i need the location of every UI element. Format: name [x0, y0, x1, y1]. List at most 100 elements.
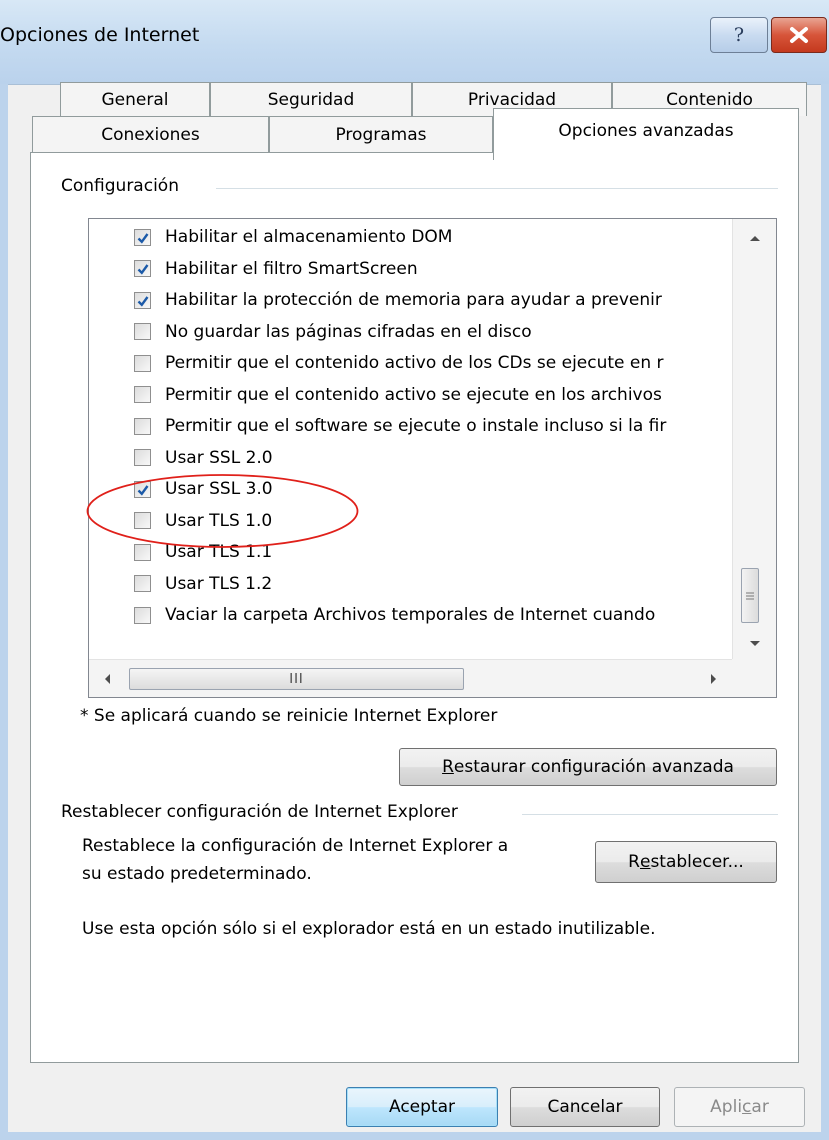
config-group-label: Configuración — [61, 176, 191, 196]
setting-label: Vaciar la carpeta Archivos temporales de… — [165, 605, 656, 625]
horizontal-scroll-thumb[interactable]: III — [129, 668, 464, 690]
setting-item[interactable]: Usar SSL 2.0 — [134, 443, 273, 473]
setting-label: Usar SSL 2.0 — [165, 447, 273, 468]
grip-icon — [746, 592, 754, 599]
tab-programas[interactable]: Programas — [269, 116, 493, 152]
close-icon — [790, 27, 808, 43]
restore-label: estaurar configuración avanzada — [453, 757, 734, 777]
setting-item[interactable]: No guardar las páginas cifradas en el di… — [134, 317, 532, 347]
tab-privacidad-label: Privacidad — [467, 89, 557, 110]
window-frame-left — [0, 84, 8, 1140]
setting-checkbox[interactable] — [134, 323, 151, 340]
setting-item[interactable]: Usar SSL 3.0 — [134, 474, 273, 504]
setting-checkbox[interactable] — [134, 449, 151, 466]
setting-label: Habilitar el almacenamiento DOM — [165, 227, 453, 247]
setting-label: Habilitar la protección de memoria para … — [165, 290, 662, 310]
setting-checkbox[interactable] — [134, 575, 151, 592]
setting-label: Usar TLS 1.0 — [165, 510, 273, 531]
tab-seguridad-label: Seguridad — [267, 89, 355, 110]
scroll-right-arrow[interactable] — [696, 660, 732, 697]
tab-opciones-avanzadas[interactable]: Opciones avanzadas — [493, 108, 799, 160]
reset-description-line1: Restablece la configuración de Internet … — [82, 836, 509, 856]
restore-advanced-button[interactable]: Restaurar configuración avanzada — [399, 748, 777, 786]
setting-label: Permitir que el contenido activo de los … — [165, 353, 664, 373]
reset-group-label: Restablecer configuración de Internet Ex… — [61, 802, 470, 822]
tab-conexiones-label: Conexiones — [101, 124, 200, 145]
setting-label: Habilitar el filtro SmartScreen — [165, 258, 418, 279]
reset-accel: e — [639, 852, 651, 872]
help-button[interactable]: ? — [710, 17, 768, 53]
setting-checkbox[interactable] — [134, 606, 151, 624]
setting-label: Permitir que el contenido activo se ejec… — [165, 384, 662, 405]
tab-contenido-label: Contenido — [666, 89, 753, 110]
restore-accel: R — [442, 757, 454, 777]
setting-label: Usar TLS 1.2 — [165, 573, 273, 594]
setting-checkbox[interactable] — [134, 417, 151, 435]
checkmark-icon — [137, 484, 149, 496]
apply-label-pre: Apli — [710, 1097, 743, 1117]
checkmark-icon — [137, 264, 149, 275]
title-bar[interactable]: Opciones de Internet ? — [0, 0, 829, 85]
setting-checkbox[interactable] — [134, 291, 151, 309]
arrow-left-icon — [105, 674, 110, 684]
setting-item[interactable]: Permitir que el software se ejecute o in… — [134, 411, 666, 441]
checkmark-icon — [137, 232, 149, 244]
checkmark-icon — [137, 295, 149, 307]
vertical-scroll-thumb[interactable] — [741, 568, 759, 623]
ok-button[interactable]: Aceptar — [346, 1087, 498, 1127]
reset-description-line2: su estado predeterminado. — [82, 864, 312, 884]
tab-programas-label: Programas — [335, 124, 427, 145]
setting-item[interactable]: Habilitar el almacenamiento DOM — [134, 222, 452, 252]
scroll-left-arrow[interactable] — [89, 660, 125, 697]
setting-checkbox[interactable] — [134, 260, 151, 277]
tab-general[interactable]: General — [60, 82, 210, 116]
window-frame-right — [821, 84, 829, 1140]
settings-list[interactable]: Habilitar el almacenamiento DOM Habilitar… — [88, 218, 777, 698]
setting-checkbox[interactable] — [134, 543, 151, 561]
setting-label: Usar TLS 1.1 — [165, 542, 273, 562]
setting-checkbox[interactable] — [134, 480, 151, 498]
scrollbar-corner — [732, 659, 776, 697]
config-group-line — [216, 188, 778, 189]
apply-label: ar — [751, 1097, 769, 1117]
setting-checkbox[interactable] — [134, 512, 151, 529]
help-icon: ? — [733, 24, 745, 46]
setting-item[interactable]: Vaciar la carpeta Archivos temporales de… — [134, 600, 655, 630]
setting-checkbox[interactable] — [134, 386, 151, 403]
scroll-up-arrow[interactable] — [733, 223, 776, 253]
reset-group-line — [522, 814, 778, 815]
setting-item[interactable]: Habilitar el filtro SmartScreen — [134, 254, 418, 284]
vertical-scrollbar[interactable] — [732, 219, 776, 659]
setting-label: Usar SSL 3.0 — [165, 479, 273, 499]
setting-item[interactable]: Usar TLS 1.0 — [134, 506, 272, 536]
setting-item[interactable]: Usar TLS 1.2 — [134, 569, 272, 599]
reset-warning: Use esta opción sólo si el explorador es… — [82, 919, 656, 939]
setting-label: Permitir que el software se ejecute o in… — [165, 416, 667, 436]
tab-conexiones[interactable]: Conexiones — [32, 116, 269, 152]
reset-label-pre: R — [628, 852, 640, 872]
tab-general-label: General — [101, 89, 169, 110]
reset-button[interactable]: Re stablecer... — [595, 841, 777, 883]
setting-item[interactable]: Habilitar la protección de memoria para … — [134, 285, 662, 315]
horizontal-scrollbar[interactable]: III — [89, 659, 732, 697]
tab-seguridad[interactable]: Seguridad — [210, 82, 412, 116]
window-title: Opciones de Internet — [0, 24, 200, 46]
setting-item[interactable]: Usar TLS 1.1 — [134, 537, 272, 567]
arrow-up-icon — [750, 236, 760, 241]
scroll-down-arrow[interactable] — [733, 629, 776, 659]
close-button[interactable] — [771, 17, 827, 53]
setting-label: No guardar las páginas cifradas en el di… — [165, 321, 532, 342]
setting-item[interactable]: Permitir que el contenido activo se ejec… — [134, 380, 662, 410]
setting-checkbox[interactable] — [134, 354, 151, 372]
setting-checkbox[interactable] — [134, 228, 151, 246]
arrow-right-icon — [711, 674, 716, 684]
reset-label: stablecer... — [650, 852, 744, 872]
window-frame-bottom — [0, 1132, 829, 1140]
tab-opciones-avanzadas-label: Opciones avanzadas — [558, 120, 734, 141]
arrow-down-icon — [750, 641, 760, 646]
apply-accel: c — [742, 1097, 752, 1117]
setting-item[interactable]: Permitir que el contenido activo de los … — [134, 348, 664, 378]
restart-note: * Se aplicará cuando se reinicie Interne… — [80, 706, 498, 726]
apply-button[interactable]: Apli c ar — [674, 1087, 805, 1127]
cancel-button[interactable]: Cancelar — [510, 1087, 660, 1127]
